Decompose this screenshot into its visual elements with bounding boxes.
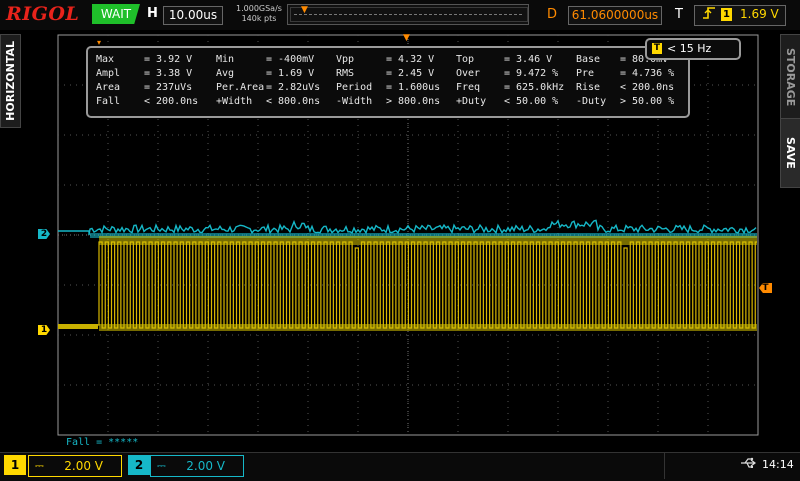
- measurement-name: Ampl: [96, 68, 121, 79]
- channel-2-scale: 2.00 V: [186, 459, 225, 473]
- measurement-value: = 4.736 %: [620, 68, 675, 79]
- measurement-name: RMS: [336, 68, 355, 79]
- delay-label: D: [547, 7, 558, 22]
- trigger-source: 1: [721, 8, 732, 21]
- measurement-panel[interactable]: Max = 3.92 V Min = -400mV Vpp = 4.32 V Top = 3.…: [86, 46, 690, 118]
- channel-1-button[interactable]: 1: [4, 455, 26, 475]
- channel-1-high-band: [99, 236, 757, 245]
- trigger-level-marker[interactable]: T: [759, 283, 772, 293]
- measurement-name: +Width: [216, 96, 253, 107]
- measurement-value: = 9.472 %: [504, 68, 559, 79]
- memory-ruler: [294, 14, 522, 15]
- tab-horizontal[interactable]: HORIZONTAL: [0, 34, 21, 128]
- measurement-value: = 1.69 V: [266, 68, 315, 79]
- horizontal-label: H: [147, 6, 158, 21]
- measurement-value: = 3.46 V: [504, 54, 553, 65]
- frequency-counter[interactable]: T < 15 Hz: [645, 38, 741, 60]
- measurement-name: Over: [456, 68, 481, 79]
- status-divider: [664, 453, 665, 479]
- channel-2-button[interactable]: 2: [128, 455, 150, 475]
- memory-depth: 140k pts: [241, 14, 277, 23]
- measurement-value: = 2.82uVs: [266, 82, 321, 93]
- channel-2-offset-marker[interactable]: 2: [38, 229, 50, 239]
- measurement-name: Vpp: [336, 54, 355, 65]
- measurement-value: = 1.600us: [386, 82, 441, 93]
- measurement-name: Rise: [576, 82, 601, 93]
- usb-icon: [740, 457, 758, 472]
- dc-coupling-icon: ⎓: [35, 459, 44, 472]
- rigol-logo: RIGOL: [6, 3, 80, 25]
- measurement-name: Freq: [456, 82, 481, 93]
- counter-trigger-icon: T: [652, 43, 662, 54]
- measurement-name: Period: [336, 82, 373, 93]
- measurement-name: Area: [96, 82, 121, 93]
- measurement-value: < 50.00 %: [504, 96, 559, 107]
- run-status-badge[interactable]: WAIT: [92, 4, 140, 24]
- channel-2-trace: [58, 219, 757, 236]
- measurement-name: Base: [576, 54, 601, 65]
- measurement-name: Avg: [216, 68, 235, 79]
- sample-rate: 1.000GSa/s: [236, 4, 282, 13]
- dc-coupling-icon: ⎓: [157, 459, 166, 472]
- measurement-value: = 625.0kHz: [504, 82, 565, 93]
- trigger-position-icon: ▼: [301, 5, 308, 15]
- horizontal-delay[interactable]: 61.0600000us: [568, 6, 662, 25]
- measurement-value: < 800.0ns: [266, 96, 321, 107]
- tab-storage[interactable]: STORAGE: [780, 34, 800, 120]
- measurement-value: < 200.0ns: [144, 96, 199, 107]
- measurement-name: -Duty: [576, 96, 607, 107]
- acquisition-info: 1.000GSa/s 140k pts: [236, 4, 282, 24]
- measurement-name: -Width: [336, 96, 373, 107]
- fall-statistic: Fall = *****: [66, 437, 139, 448]
- channel-1-scale: 2.00 V: [64, 459, 103, 473]
- channel-2-settings[interactable]: ⎓ 2.00 V: [150, 455, 244, 477]
- measurement-name: Per.Area: [216, 82, 265, 93]
- measurement-value: = 4.32 V: [386, 54, 435, 65]
- memory-position-strip[interactable]: ▼: [287, 4, 529, 25]
- measurement-name: Min: [216, 54, 235, 65]
- rising-edge-icon: [702, 6, 716, 24]
- channel-1-offset-marker[interactable]: 1: [38, 325, 50, 335]
- measurement-value: = 2.45 V: [386, 68, 435, 79]
- measurement-value: < 200.0ns: [620, 82, 675, 93]
- horizontal-scale[interactable]: 10.00us: [163, 6, 223, 25]
- measurement-value: = 3.38 V: [144, 68, 193, 79]
- channel-1-settings[interactable]: ⎓ 2.00 V: [28, 455, 122, 477]
- trigger-position-marker-icon: ▼: [403, 33, 410, 43]
- measurement-value: = 3.92 V: [144, 54, 193, 65]
- measurement-name: Max: [96, 54, 115, 65]
- measurement-value: = 237uVs: [144, 82, 193, 93]
- channel-1-low-band: [99, 324, 757, 331]
- measurement-name: +Duty: [456, 96, 487, 107]
- channel-1-baseline: [58, 324, 98, 329]
- measurement-name: Fall: [96, 96, 121, 107]
- counter-value: < 15 Hz: [667, 42, 712, 55]
- measurement-name: Pre: [576, 68, 595, 79]
- measurement-value: = -400mV: [266, 54, 315, 65]
- clock: 14:14: [762, 458, 794, 471]
- measurement-value: > 50.00 %: [620, 96, 675, 107]
- measurement-name: Top: [456, 54, 475, 65]
- tab-save[interactable]: SAVE: [780, 118, 800, 188]
- measurement-value: > 800.0ns: [386, 96, 441, 107]
- trigger-level: 1.69 V: [740, 7, 779, 21]
- trigger-label: T: [675, 7, 683, 22]
